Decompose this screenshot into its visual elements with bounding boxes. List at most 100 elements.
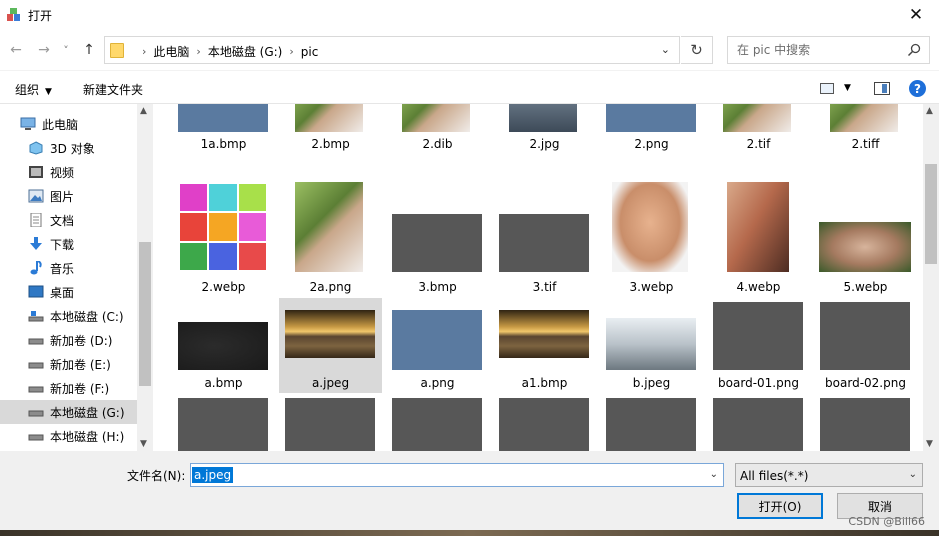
file-name: 2.bmp [311,137,350,151]
chevron-down-icon[interactable]: ⌄ [710,469,718,480]
chevron-down-icon[interactable]: ⌄ [661,43,670,56]
preview-pane-icon[interactable] [874,82,890,95]
chevron-right-icon[interactable]: › [196,45,200,58]
file-item[interactable]: board-01.png [707,298,810,393]
organize-button[interactable]: 组织 ▼ [15,81,52,98]
file-item[interactable] [493,398,596,451]
forward-arrow-icon[interactable]: → [34,40,54,60]
file-item[interactable]: a.jpeg [279,298,382,393]
file-item[interactable]: 3.bmp [386,182,489,294]
file-name: board-02.png [825,376,906,390]
open-button[interactable]: 打开(O) [737,493,823,519]
file-thumbnail [509,104,577,132]
file-item[interactable]: 3.webp [600,182,703,294]
sidebar-item-label: 文档 [50,213,75,228]
file-item[interactable]: a.png [386,298,489,393]
caret-down-icon[interactable]: ▼ [844,83,851,93]
file-item[interactable]: 2.bmp [279,104,382,177]
sidebar-item-drive-g[interactable]: 本地磁盘 (G:) [0,400,137,424]
search-box[interactable] [727,36,930,64]
search-icon[interactable] [907,43,921,57]
refresh-icon[interactable]: ↻ [681,36,713,64]
sidebar-item-video[interactable]: 视频 [0,160,137,184]
file-item[interactable]: 3.tif [493,182,596,294]
file-item[interactable] [279,398,382,451]
view-mode-icon[interactable] [820,83,834,94]
scroll-down-icon[interactable]: ▼ [926,439,933,449]
file-item[interactable] [172,398,275,451]
filename-value[interactable]: a.jpeg [192,467,234,483]
file-thumbnail [402,104,470,132]
chevron-down-icon[interactable]: ⌄ [909,469,917,480]
file-item[interactable]: 2.webp [172,182,275,294]
file-thumbnail [285,398,375,451]
file-item[interactable]: 2.dib [386,104,489,177]
close-icon[interactable]: ✕ [893,0,939,30]
file-type-select[interactable]: All files(*.*) ⌄ [735,463,923,487]
file-name: a.jpeg [311,376,350,390]
address-bar[interactable]: › 此电脑 › 本地磁盘 (G:) › pic ⌄ [104,36,680,64]
sidebar-item-drive-c[interactable]: 本地磁盘 (C:) [0,304,137,328]
file-item[interactable]: 1a.bmp [172,104,275,177]
file-item[interactable]: 2.jpg [493,104,596,177]
file-item[interactable]: 2.png [600,104,703,177]
scrollbar-thumb[interactable] [139,242,151,386]
sidebar-scrollbar[interactable]: ▲ ▼ [137,104,153,451]
breadcrumb-drive-g[interactable]: 本地磁盘 (G:) [208,43,283,60]
file-item[interactable]: a1.bmp [493,298,596,393]
sidebar-item-desktop[interactable]: 桌面 [0,280,137,304]
file-thumbnail [392,310,482,370]
file-item[interactable] [707,398,810,451]
scroll-up-icon[interactable]: ▲ [926,106,933,116]
file-thumbnail [178,322,268,370]
breadcrumb-this-pc[interactable]: 此电脑 [153,43,189,60]
help-icon[interactable]: ? [909,80,926,97]
sidebar-item-drive-f[interactable]: 新加卷 (F:) [0,376,137,400]
file-item[interactable]: 4.webp [707,182,810,294]
3d-objects-icon [28,141,44,155]
up-arrow-icon[interactable]: ↑ [79,40,99,60]
file-thumbnail [819,222,911,272]
pictures-icon [28,189,44,203]
sidebar-item-3d-objects[interactable]: 3D 对象 [0,136,137,160]
file-item[interactable]: 2.tif [707,104,810,177]
sidebar-item-pictures[interactable]: 图片 [0,184,137,208]
file-item[interactable]: 2.tiff [814,104,917,177]
sidebar-item-drive-h[interactable]: 本地磁盘 (H:) [0,424,137,448]
sidebar-item-music[interactable]: 音乐 [0,256,137,280]
scroll-up-icon[interactable]: ▲ [140,106,147,116]
background-strip [0,530,939,536]
watermark: CSDN @Bill66 [848,515,925,528]
sidebar-item-this-pc[interactable]: 此电脑 [0,112,137,136]
sidebar-item-drive-e[interactable]: 新加卷 (E:) [0,352,137,376]
file-item[interactable]: b.jpeg [600,298,703,393]
file-name: board-01.png [718,376,799,390]
file-item[interactable] [386,398,489,451]
file-item[interactable]: board-02.png [814,298,917,393]
scrollbar-thumb[interactable] [925,164,937,264]
chevron-right-icon[interactable]: › [142,45,146,58]
file-item[interactable]: a.bmp [172,298,275,393]
file-name: b.jpeg [632,376,671,390]
new-folder-button[interactable]: 新建文件夹 [83,81,143,98]
file-item[interactable]: 2a.png [279,182,382,294]
breadcrumb-pic[interactable]: pic [301,45,319,59]
drive-icon [28,357,44,371]
file-name: 3.webp [629,280,674,294]
file-item[interactable] [814,398,917,451]
sidebar-item-downloads[interactable]: 下载 [0,232,137,256]
sidebar-item-documents[interactable]: 文档 [0,208,137,232]
file-item[interactable] [600,398,703,451]
file-list-scrollbar[interactable]: ▲ ▼ [923,104,939,451]
search-input[interactable] [728,37,903,63]
sidebar-item-label: 下载 [50,237,75,252]
sidebar-item-drive-d[interactable]: 新加卷 (D:) [0,328,137,352]
chevron-right-icon[interactable]: › [289,45,293,58]
file-thumbnail [178,104,268,132]
file-thumbnail [295,104,363,132]
file-item[interactable]: 5.webp [814,182,917,294]
filename-field[interactable]: a.jpeg ⌄ [190,463,724,487]
scroll-down-icon[interactable]: ▼ [140,439,147,449]
recent-locations-icon[interactable]: ˅ [59,40,73,60]
back-arrow-icon[interactable]: ← [6,40,26,60]
